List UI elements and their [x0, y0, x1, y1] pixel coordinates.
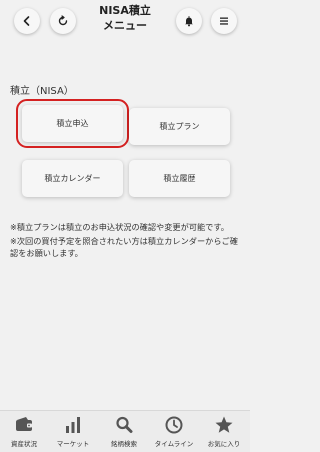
notification-button[interactable]	[176, 8, 202, 34]
reload-button[interactable]	[50, 8, 76, 34]
tsumitate-calendar-button[interactable]: 積立カレンダー	[22, 160, 123, 197]
tab-timeline[interactable]: タイムライン	[150, 415, 198, 451]
back-button[interactable]	[14, 8, 40, 34]
tab-assets[interactable]: 資産状況	[0, 415, 48, 451]
tsumitate-plan-button[interactable]: 積立プラン	[129, 108, 230, 145]
bottom-tab-bar: 資産状況 マーケット 銘柄検索 タイムライン お気に入り	[0, 410, 250, 452]
tsumitate-history-label: 積立履歴	[163, 174, 196, 183]
tab-market-label: マーケット	[56, 440, 90, 448]
tsumitate-apply-button[interactable]: 積立申込	[16, 99, 129, 148]
page-title: NISA積立 メニュー	[80, 3, 170, 33]
tab-timeline-label: タイムライン	[154, 440, 194, 448]
tab-favorites[interactable]: お気に入り	[200, 415, 248, 451]
page-title-line1: NISA積立	[99, 4, 151, 17]
bar-chart-icon	[66, 417, 80, 433]
tab-favorites-label: お気に入り	[207, 440, 241, 448]
note-plan: ※積立プランは積立のお申込状況の確認や変更が可能です。	[10, 222, 229, 232]
page-title-line2: メニュー	[103, 19, 147, 32]
reload-icon	[58, 15, 68, 26]
notes: ※積立プランは積立のお申込状況の確認や変更が可能です。 ※次回の買付予定を照合さ…	[10, 221, 246, 261]
tsumitate-plan-label: 積立プラン	[159, 122, 200, 131]
tab-search[interactable]: 銘柄検索	[100, 415, 148, 451]
header: NISA積立 メニュー	[0, 0, 250, 42]
tab-assets-label: 資産状況	[11, 440, 37, 448]
tsumitate-calendar-label: 積立カレンダー	[44, 174, 101, 183]
wallet-icon	[16, 417, 32, 431]
star-icon	[215, 416, 233, 433]
tab-market[interactable]: マーケット	[49, 415, 97, 451]
screen: NISA積立 メニュー 積立（NISA） 積立申込 積立プラン 積立カレンダー	[0, 0, 250, 452]
tab-search-label: 銘柄検索	[111, 440, 137, 448]
menu-button[interactable]	[211, 8, 237, 34]
tsumitate-history-button[interactable]: 積立履歴	[129, 160, 230, 197]
chevron-left-icon	[23, 16, 30, 26]
search-icon	[116, 416, 133, 433]
bell-icon	[185, 16, 193, 27]
hamburger-icon	[220, 17, 228, 25]
section-title: 積立（NISA）	[10, 86, 74, 97]
clock-icon	[165, 416, 183, 434]
note-calendar: ※次回の買付予定を照合されたい方は積立カレンダーからご確認をお願いします。	[10, 235, 238, 259]
tsumitate-apply-label: 積立申込	[56, 119, 89, 128]
